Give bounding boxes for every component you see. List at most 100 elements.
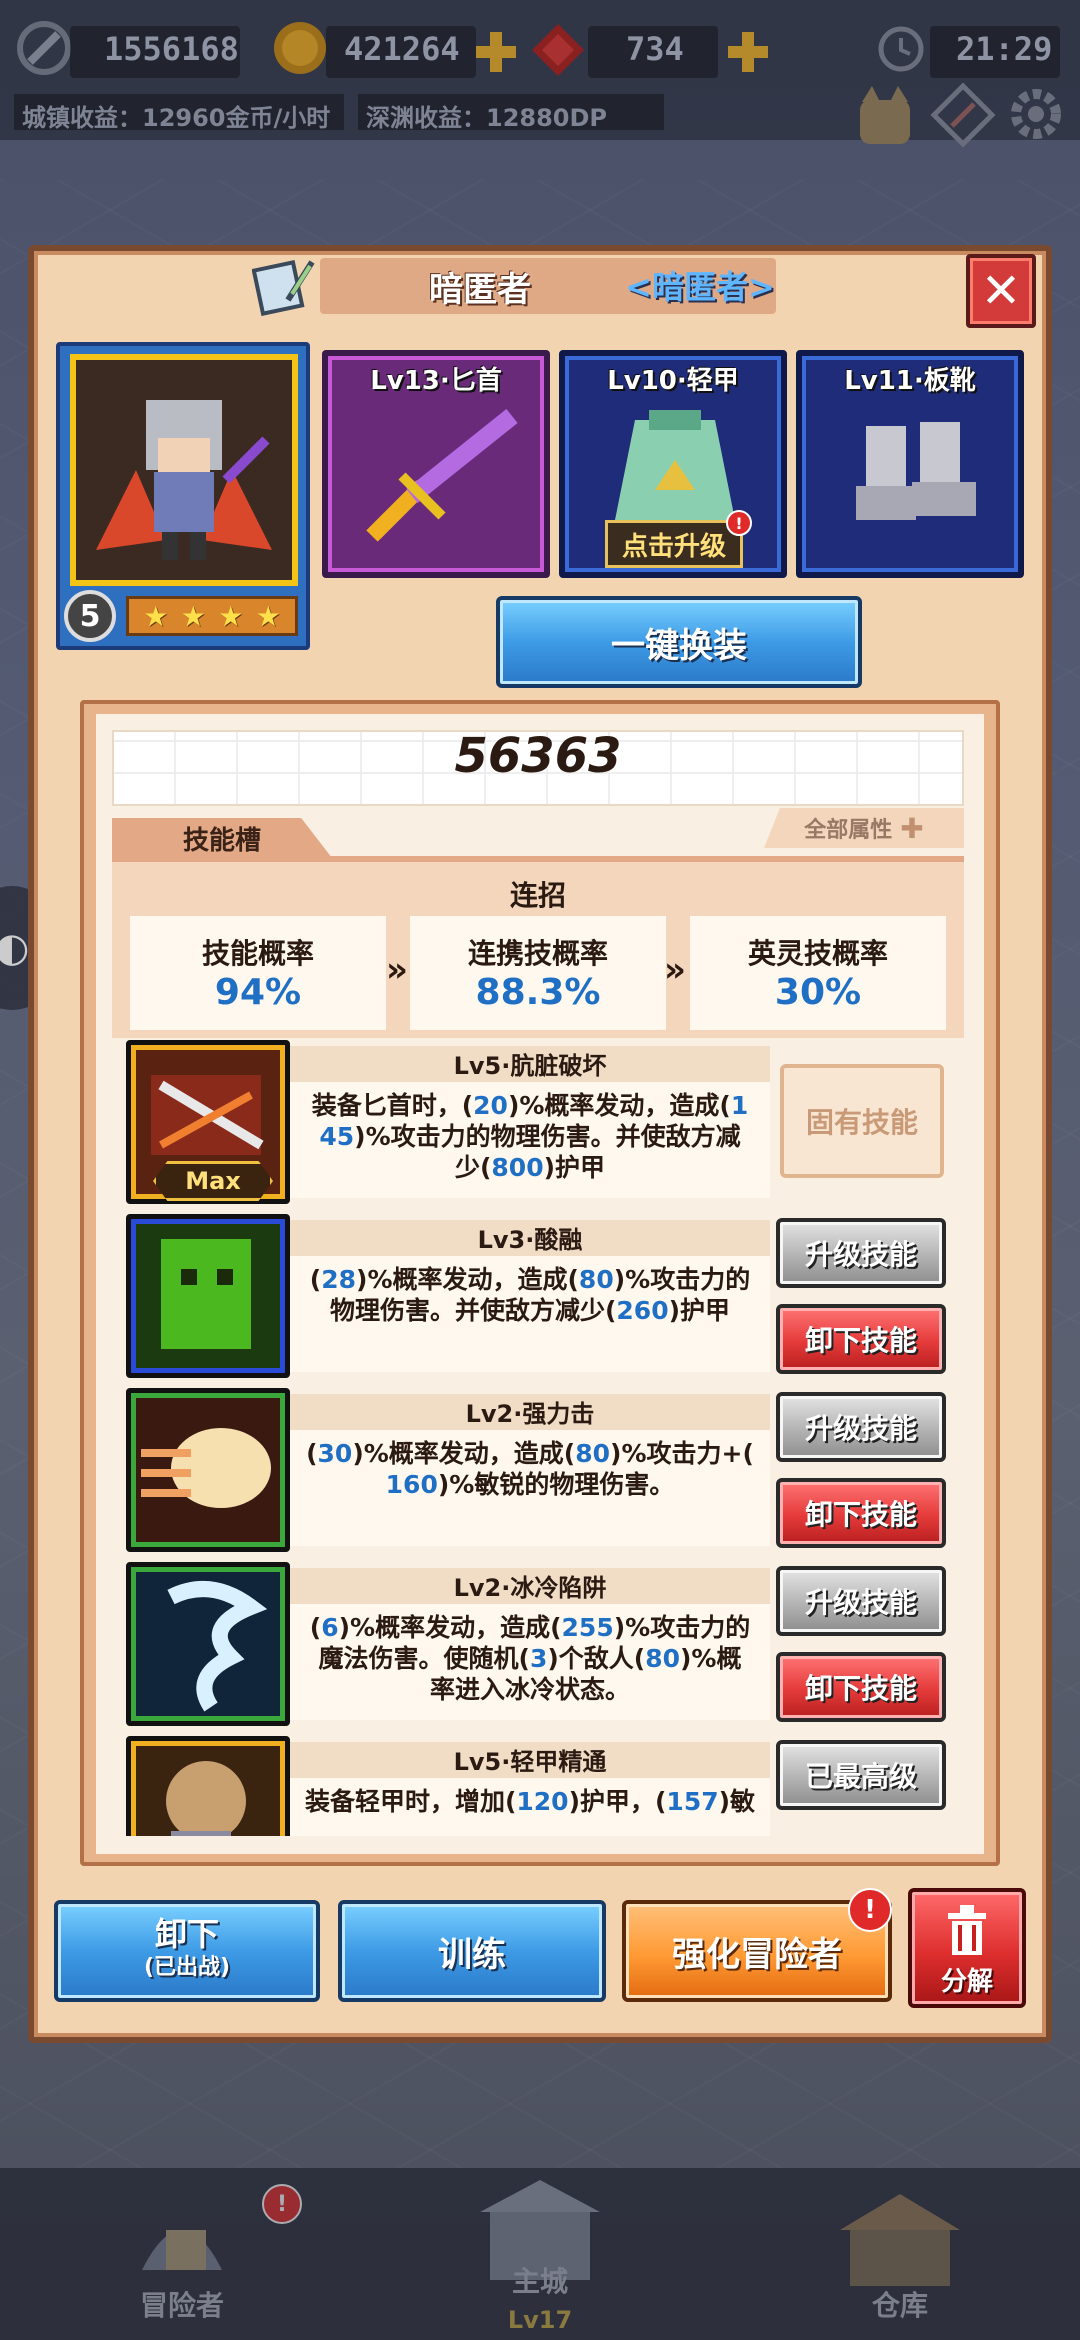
clock-icon (878, 26, 924, 72)
hero-class-tag: <暗匿者> (625, 268, 775, 306)
alert-dot-icon: ! (848, 1888, 892, 1932)
skill-row: Lv2·冰冷陷阱 (6)%概率发动，造成(255)%攻击力的 魔法伤害。使随机(3)… (126, 1562, 960, 1728)
dagger-icon (366, 408, 518, 542)
equip-label: Lv13·匕首 (370, 366, 502, 396)
town-income: 城镇收益：12960金币/小时 (14, 94, 344, 132)
skill-number: 157 (666, 1787, 719, 1816)
skill-icon[interactable] (126, 1214, 290, 1378)
cat-mascot-icon[interactable] (850, 80, 920, 150)
skill-number: 80 (575, 1439, 611, 1468)
skill-icon[interactable]: Max (126, 1040, 290, 1204)
skill-number: 3 (529, 1644, 548, 1673)
upgrade-skill-button[interactable]: 升级技能 (776, 1392, 946, 1462)
skill-text: 率进入冰冷状态。 (429, 1675, 630, 1704)
unequip-skill-button[interactable]: 卸下技能 (776, 1478, 946, 1548)
equip-slot-dagger[interactable]: Lv13·匕首 (322, 350, 550, 578)
skill-art-icon (161, 1239, 251, 1349)
rate-value: 30% (774, 972, 862, 1013)
unequip-skill-button[interactable]: 卸下技能 (776, 1652, 946, 1722)
unequip-skill-button[interactable]: 卸下技能 (776, 1304, 946, 1374)
star-icon: ★ (180, 599, 206, 633)
all-attributes-button[interactable]: 全部属性 ✚ (764, 808, 964, 848)
skill-number: 260 (616, 1296, 669, 1325)
nav-warehouse-label: 仓库 (871, 2289, 928, 2322)
skill-number: 120 (516, 1787, 569, 1816)
skill-description: 装备匕首时，(20)%概率发动，造成(1 45)%攻击力的物理伤害。并使敌方减 少(… (290, 1090, 770, 1183)
equip-label: Lv10·轻甲 (607, 366, 739, 396)
equip-label: Lv11·板靴 (844, 366, 976, 396)
skill-text: 装备匕首时，( (311, 1091, 474, 1120)
train-button[interactable]: 训练 (338, 1900, 606, 2002)
skill-description: (28)%概率发动，造成(80)%攻击力的 物理伤害。并使敌方减少(260)护甲 (290, 1264, 770, 1326)
skill-icon[interactable] (126, 1736, 290, 1836)
tab-skill-slots[interactable]: 技能槽 (112, 818, 332, 858)
add-gem-plus-icon[interactable] (726, 30, 770, 74)
skill-text: 装备轻甲时，增加( (304, 1787, 517, 1816)
upgrade-skill-button[interactable]: 升级技能 (776, 1566, 946, 1636)
nav-warehouse[interactable]: 仓库 (790, 2180, 1010, 2340)
unequip-button[interactable]: 卸下 (已出战) (54, 1900, 320, 2002)
nav-adventurer[interactable]: ! 冒险者 (72, 2180, 302, 2340)
upgrade-tag-button[interactable]: 点击升级 (605, 520, 743, 568)
rate-label: 连携技概率 (467, 937, 608, 970)
equip-slot-plate-boots[interactable]: Lv11·板靴 (796, 350, 1024, 578)
add-coin-plus-icon[interactable] (474, 30, 518, 74)
clock-time: 21:29 (956, 30, 1053, 68)
trash-icon (948, 1905, 986, 1955)
skill-text: )%概 (680, 1644, 742, 1673)
hero-portrait (70, 354, 298, 586)
coin-icon (274, 22, 326, 74)
nav-main-city[interactable]: 主城 Lv17 (430, 2180, 650, 2340)
skill-text: 物理伤害。并使敌方减少( (329, 1296, 617, 1325)
skill-text: ( (309, 1613, 322, 1642)
gem-icon (532, 24, 584, 76)
skill-art-icon (167, 1581, 268, 1712)
upgrade-skill-button[interactable]: 升级技能 (776, 1218, 946, 1288)
hero-name: 暗匿者 (429, 270, 531, 310)
skill-name: Lv5·肮脏破坏 (453, 1052, 607, 1080)
scroll-quill-icon (252, 259, 315, 316)
nav-adventurer-label: 冒险者 (139, 2289, 224, 2322)
chevron-right-icon: » (664, 950, 686, 990)
star-icon: ★ (143, 599, 169, 633)
combo-rate-box: 连携技概率 88.3% (410, 916, 666, 1030)
skill-text: )%攻击力的物理伤害。并使敌方减 (354, 1122, 741, 1151)
alert-dot-icon: ! (262, 2184, 302, 2224)
hero-stars: ★ ★ ★ ★ (126, 596, 298, 636)
compass-icon[interactable] (928, 80, 998, 150)
skill-number: 800 (491, 1153, 544, 1182)
combo-title: 连招 (509, 879, 566, 912)
adventurer-helmet-icon (142, 2230, 222, 2270)
close-button[interactable]: ✕ (966, 254, 1036, 328)
skill-number: 255 (561, 1613, 614, 1642)
skill-number: 30 (317, 1439, 353, 1468)
light-armor-icon (615, 410, 735, 520)
skill-text: )%概率发动，造成( (338, 1613, 562, 1642)
skill-icon[interactable] (126, 1388, 290, 1552)
skill-text: )%概率发动，造成( (507, 1091, 731, 1120)
skill-name: Lv3·酸融 (477, 1226, 583, 1254)
plus-icon: ✚ (900, 811, 924, 845)
settings-gear-icon[interactable] (1000, 78, 1072, 150)
one-click-equip-button[interactable]: 一键换装 (496, 596, 862, 688)
decompose-button[interactable]: 分解 (908, 1888, 1026, 2008)
skill-row: Lv3·酸融 (28)%概率发动，造成(80)%攻击力的 物理伤害。并使敌方减少(2… (126, 1214, 960, 1380)
skill-row: Lv5·轻甲精通 装备轻甲时，增加(120)护甲，(157)敏 已最高级 (126, 1736, 960, 1836)
main-city-level: Lv17 (507, 2306, 573, 2334)
skill-text: )%概率发动，造成( (356, 1265, 579, 1294)
rate-value: 94% (214, 972, 302, 1013)
skill-text: 少( (454, 1153, 492, 1182)
unequip-label: 卸下 (154, 1915, 219, 1953)
max-level-tag: Max (153, 1161, 273, 1201)
gem-value: 734 (626, 30, 684, 68)
skill-icon[interactable] (126, 1562, 290, 1726)
skill-name: Lv2·强力击 (465, 1400, 595, 1428)
skill-name: Lv5·轻甲精通 (453, 1748, 607, 1776)
skill-text: 魔法伤害。使随机( (318, 1644, 530, 1673)
skill-number: 28 (321, 1265, 357, 1294)
close-icon: ✕ (980, 263, 1022, 319)
nav-main-city-label: 主城 (511, 2265, 568, 2298)
skill-number: 160 (385, 1470, 438, 1499)
upgrade-skill-button[interactable]: 已最高级 (776, 1740, 946, 1810)
star-icon: ★ (255, 599, 281, 633)
